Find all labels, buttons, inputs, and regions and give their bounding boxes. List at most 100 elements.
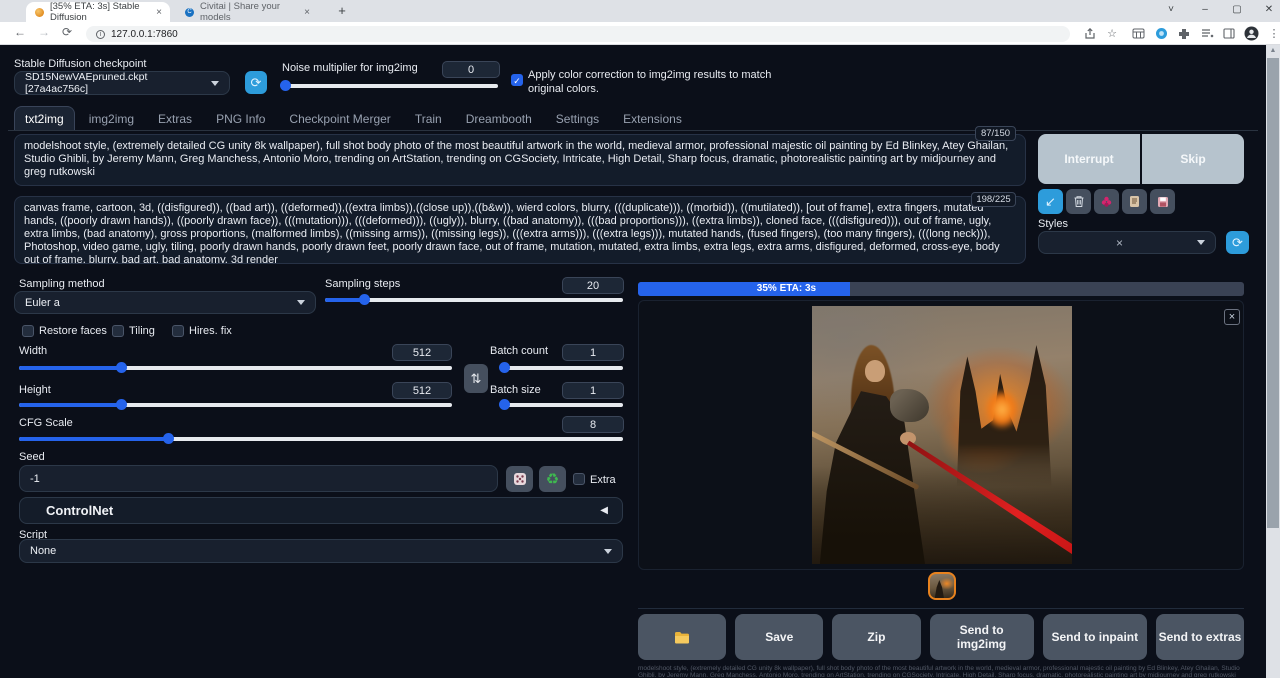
negative-prompt-textarea[interactable]: canvas frame, cartoon, 3d, ((disfigured)… [14,196,1026,264]
seed-input[interactable]: -1 [19,465,498,492]
color-correction-checkbox[interactable]: ✓ [511,74,523,86]
height-input[interactable] [392,382,452,399]
extensions-puzzle-icon[interactable] [1176,26,1192,42]
tab-train[interactable]: Train [405,107,452,131]
window-maximize-button[interactable]: ▢ [1222,0,1252,20]
main-tab-bar: txt2img img2img Extras PNG Info Checkpoi… [14,106,692,131]
styles-clear-icon[interactable]: × [1116,236,1123,250]
interrupt-button[interactable]: Interrupt [1038,134,1140,184]
slider-handle[interactable] [116,399,127,410]
slider-handle[interactable] [499,362,510,373]
tab-img2img[interactable]: img2img [79,107,144,131]
side-panel-icon[interactable] [1221,26,1237,42]
checkpoint-value: SD15NewVAEpruned.ckpt [27a4ac756c] [25,71,211,95]
tab-extensions[interactable]: Extensions [613,107,692,131]
apply-style-button[interactable] [1122,189,1147,214]
cfg-scale-slider[interactable] [19,437,623,441]
skip-button[interactable]: Skip [1142,134,1244,184]
controlnet-accordion[interactable]: ControlNet ◀ [19,497,623,524]
slider-handle[interactable] [163,433,174,444]
restore-faces-label: Restore faces [39,325,107,337]
batch-size-slider[interactable] [500,403,623,407]
preview-close-button[interactable]: × [1224,309,1240,325]
blue-extension-icon[interactable] [1153,26,1169,42]
noise-multiplier-input[interactable] [442,61,500,78]
tab-dreambooth[interactable]: Dreambooth [456,107,542,131]
sampling-method-value: Euler a [25,297,60,309]
tab-close-icon[interactable]: × [156,7,162,18]
tab-settings[interactable]: Settings [546,107,609,131]
height-label: Height [19,384,51,396]
reading-list-icon[interactable] [1199,26,1215,42]
address-bar[interactable]: i 127.0.0.1:7860 [86,26,1070,42]
tab-extras[interactable]: Extras [148,107,202,131]
reload-button[interactable]: ⟳ [62,25,72,39]
send-to-extras-button[interactable]: Send to extras [1156,614,1244,660]
height-slider[interactable] [19,403,452,407]
browser-tab-civitai[interactable]: C Civitai | Share your models × [176,2,318,22]
slider-handle[interactable] [280,80,291,91]
sampling-steps-slider[interactable] [325,298,623,302]
slider-handle[interactable] [116,362,127,373]
tab-close-icon[interactable]: × [304,7,310,18]
back-button[interactable]: ← [14,25,26,39]
swap-dimensions-button[interactable]: ⇅ [464,364,488,393]
clear-prompt-button[interactable] [1066,189,1091,214]
forward-button[interactable]: → [38,25,50,39]
browser-tab-stable-diffusion[interactable]: [35% ETA: 3s] Stable Diffusion × [26,2,170,22]
cfg-scale-input[interactable] [562,416,624,433]
script-dropdown[interactable]: None [19,539,623,563]
width-input[interactable] [392,344,452,361]
sampling-steps-input[interactable] [562,277,624,294]
checkpoint-dropdown[interactable]: SD15NewVAEpruned.ckpt [27a4ac756c] [14,71,230,95]
gallery-thumbnail[interactable] [928,572,956,600]
restore-faces-checkbox[interactable] [22,325,34,337]
slider-handle[interactable] [499,399,510,410]
reuse-seed-button[interactable]: ♻ [539,466,566,492]
styles-refresh-button[interactable]: ⟳ [1226,231,1249,254]
site-info-icon[interactable]: i [96,30,105,39]
paste-generation-params-button[interactable]: ↙ [1038,189,1063,214]
hires-fix-checkbox[interactable] [172,325,184,337]
random-seed-button[interactable] [506,466,533,492]
tab-png-info[interactable]: PNG Info [206,107,275,131]
chevron-down-icon [1197,240,1205,245]
send-to-inpaint-button[interactable]: Send to inpaint [1043,614,1147,660]
scrollbar-up-icon[interactable]: ▲ [1267,47,1279,57]
window-minimize-button[interactable]: – [1190,0,1220,20]
browser-menu-icon[interactable]: ⋮ [1266,26,1280,42]
noise-multiplier-slider[interactable] [281,84,498,88]
seed-value: -1 [30,473,40,485]
sampling-method-dropdown[interactable]: Euler a [14,291,316,314]
open-folder-button[interactable] [638,614,726,660]
preview-image[interactable] [812,306,1072,564]
extra-seed-checkbox[interactable] [573,473,585,485]
thumbnail-figure [935,580,944,598]
styles-dropdown[interactable]: × [1038,231,1216,254]
checkpoint-refresh-button[interactable]: ⟳ [245,71,267,94]
batch-count-input[interactable] [562,344,624,361]
save-button[interactable]: Save [735,614,823,660]
extension-grid-icon[interactable] [1130,26,1146,42]
send-to-img2img-button[interactable]: Send to img2img [930,614,1034,660]
scrollbar-thumb[interactable] [1267,58,1279,528]
color-correction-label: Apply color correction to img2img result… [528,68,771,96]
profile-avatar[interactable] [1243,26,1259,42]
save-style-button[interactable] [1150,189,1175,214]
bookmark-star-icon[interactable]: ☆ [1104,26,1120,42]
zip-button[interactable]: Zip [832,614,920,660]
styles-label: Styles [1038,218,1068,230]
prompt-textarea[interactable]: modelshoot style, (extremely detailed CG… [14,134,1026,186]
slider-handle[interactable] [359,294,370,305]
tiling-checkbox[interactable] [112,325,124,337]
window-close-button[interactable]: ✕ [1254,0,1280,20]
batch-size-input[interactable] [562,382,624,399]
batch-count-slider[interactable] [500,366,623,370]
new-tab-button[interactable]: + [332,2,352,20]
extra-networks-button[interactable] [1094,189,1119,214]
window-chevron-icon[interactable]: ˅ [1156,0,1186,20]
tab-txt2img[interactable]: txt2img [14,106,75,131]
tab-checkpoint-merger[interactable]: Checkpoint Merger [279,107,400,131]
width-slider[interactable] [19,366,452,370]
share-icon[interactable] [1082,26,1098,42]
